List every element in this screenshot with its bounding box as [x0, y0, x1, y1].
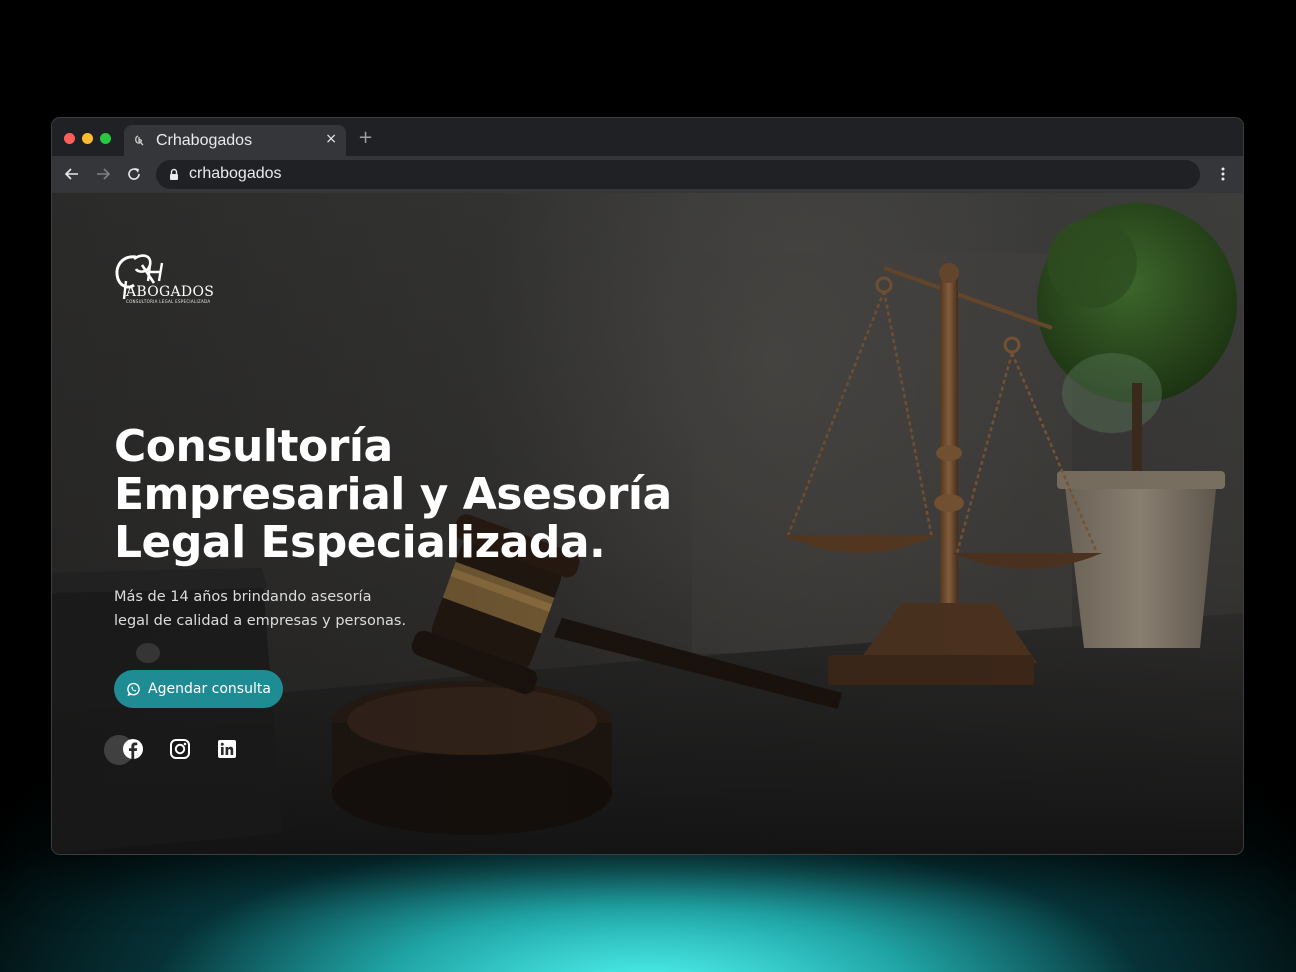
headline-line-1: Consultoría — [114, 421, 393, 472]
schedule-consultation-button[interactable]: Agendar consulta — [114, 670, 283, 708]
close-window-button[interactable] — [64, 133, 75, 144]
back-arrow-icon[interactable] — [63, 165, 81, 183]
site-favicon-icon — [135, 135, 144, 146]
browser-tab[interactable]: Crhabogados × — [124, 125, 346, 156]
hero-subtext: Más de 14 años brindando asesoría legal … — [114, 585, 434, 633]
browser-window: Crhabogados × + crhabogados ABOGADOS CON… — [52, 118, 1243, 854]
minimize-window-button[interactable] — [82, 133, 93, 144]
headline-line-3: Legal Especializada. — [114, 517, 606, 568]
lock-icon — [170, 168, 178, 180]
tab-bar: Crhabogados × + — [52, 118, 1243, 156]
address-bar[interactable]: crhabogados — [156, 160, 1200, 189]
tab-title: Crhabogados — [156, 132, 253, 149]
cta-label: Agendar consulta — [148, 681, 271, 697]
forward-arrow-icon[interactable] — [94, 165, 112, 183]
new-tab-button[interactable]: + — [358, 127, 373, 148]
linkedin-icon[interactable] — [216, 738, 238, 760]
browser-menu-icon[interactable] — [1214, 165, 1232, 183]
instagram-icon[interactable] — [169, 738, 191, 760]
headline-line-2: Empresarial y Asesoría — [114, 469, 672, 520]
url-text: crhabogados — [189, 165, 282, 182]
maximize-window-button[interactable] — [100, 133, 111, 144]
hero-headline: Consultoría Empresarial y Asesoría Legal… — [114, 423, 694, 567]
facebook-icon[interactable] — [122, 738, 144, 760]
browser-toolbar: crhabogados — [52, 156, 1243, 193]
whatsapp-icon — [127, 682, 140, 696]
subtext-line-1: Más de 14 años brindando asesoría — [114, 589, 372, 605]
hero-section: ABOGADOS CONSULTORIA LEGAL ESPECIALIZADA… — [52, 193, 1243, 854]
reload-icon[interactable] — [125, 165, 143, 183]
tab-close-icon[interactable]: × — [325, 131, 337, 147]
logo-tagline: CONSULTORIA LEGAL ESPECIALIZADA — [126, 299, 211, 304]
subtext-line-2: legal de calidad a empresas y personas. — [114, 613, 407, 629]
logo-text: ABOGADOS — [126, 284, 215, 300]
